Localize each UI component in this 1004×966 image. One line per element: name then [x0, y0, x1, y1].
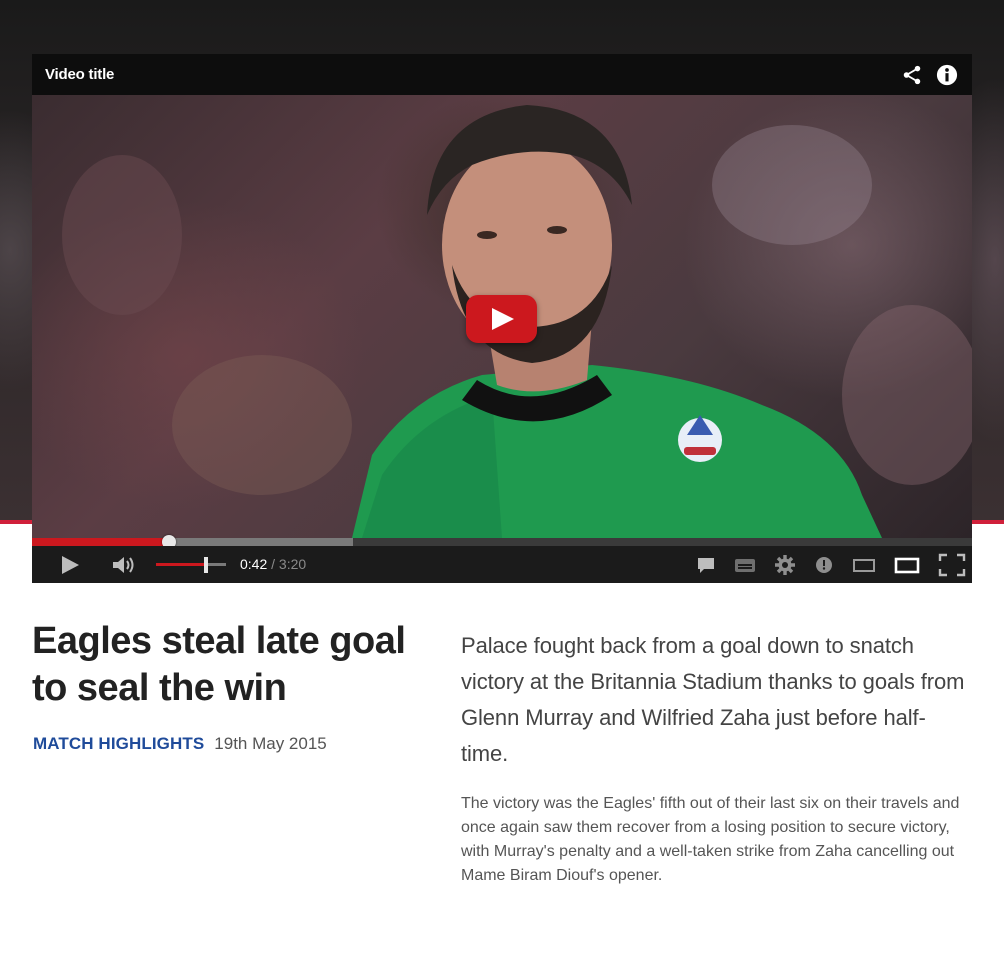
article-meta: MATCH HIGHLIGHTS 19th May 2015	[33, 734, 327, 754]
right-controls	[696, 553, 966, 577]
video-player[interactable]: Video title 0:42 / 3:20	[32, 54, 972, 583]
video-title[interactable]: Video title	[45, 66, 114, 83]
article-headline: Eagles steal late goal to seal the win	[32, 620, 406, 709]
theater-icon[interactable]	[894, 555, 920, 575]
fullscreen-icon[interactable]	[938, 553, 966, 577]
comment-icon[interactable]	[696, 555, 716, 575]
volume-fill	[156, 563, 206, 566]
video-frame[interactable]	[32, 95, 972, 538]
article-body: The victory was the Eagles' fifth out of…	[461, 795, 960, 884]
played-bar	[32, 538, 170, 546]
play-icon[interactable]	[60, 555, 80, 575]
volume-knob[interactable]	[203, 557, 208, 573]
duration: 3:20	[278, 556, 307, 572]
publish-date: 19th May 2015	[214, 734, 327, 753]
time-display: 0:42 / 3:20	[240, 556, 306, 572]
gear-icon[interactable]	[774, 554, 796, 576]
current-time: 0:42	[240, 556, 268, 572]
category-label[interactable]: MATCH HIGHLIGHTS	[33, 734, 204, 754]
time-separator: /	[267, 556, 279, 572]
title-actions	[901, 64, 958, 86]
small-player-icon[interactable]	[852, 555, 876, 575]
volume-slider[interactable]	[156, 557, 226, 573]
volume-icon[interactable]	[112, 555, 140, 575]
player-titlebar: Video title	[32, 54, 972, 95]
big-play-button[interactable]	[466, 295, 537, 343]
control-bar: 0:42 / 3:20	[32, 546, 972, 583]
info-icon[interactable]	[936, 64, 958, 86]
share-icon[interactable]	[901, 64, 923, 86]
clock-icon[interactable]	[814, 555, 834, 575]
captions-icon[interactable]	[734, 555, 756, 575]
progress-bar[interactable]	[32, 535, 972, 549]
article-lede: Palace fought back from a goal down to s…	[461, 633, 965, 766]
